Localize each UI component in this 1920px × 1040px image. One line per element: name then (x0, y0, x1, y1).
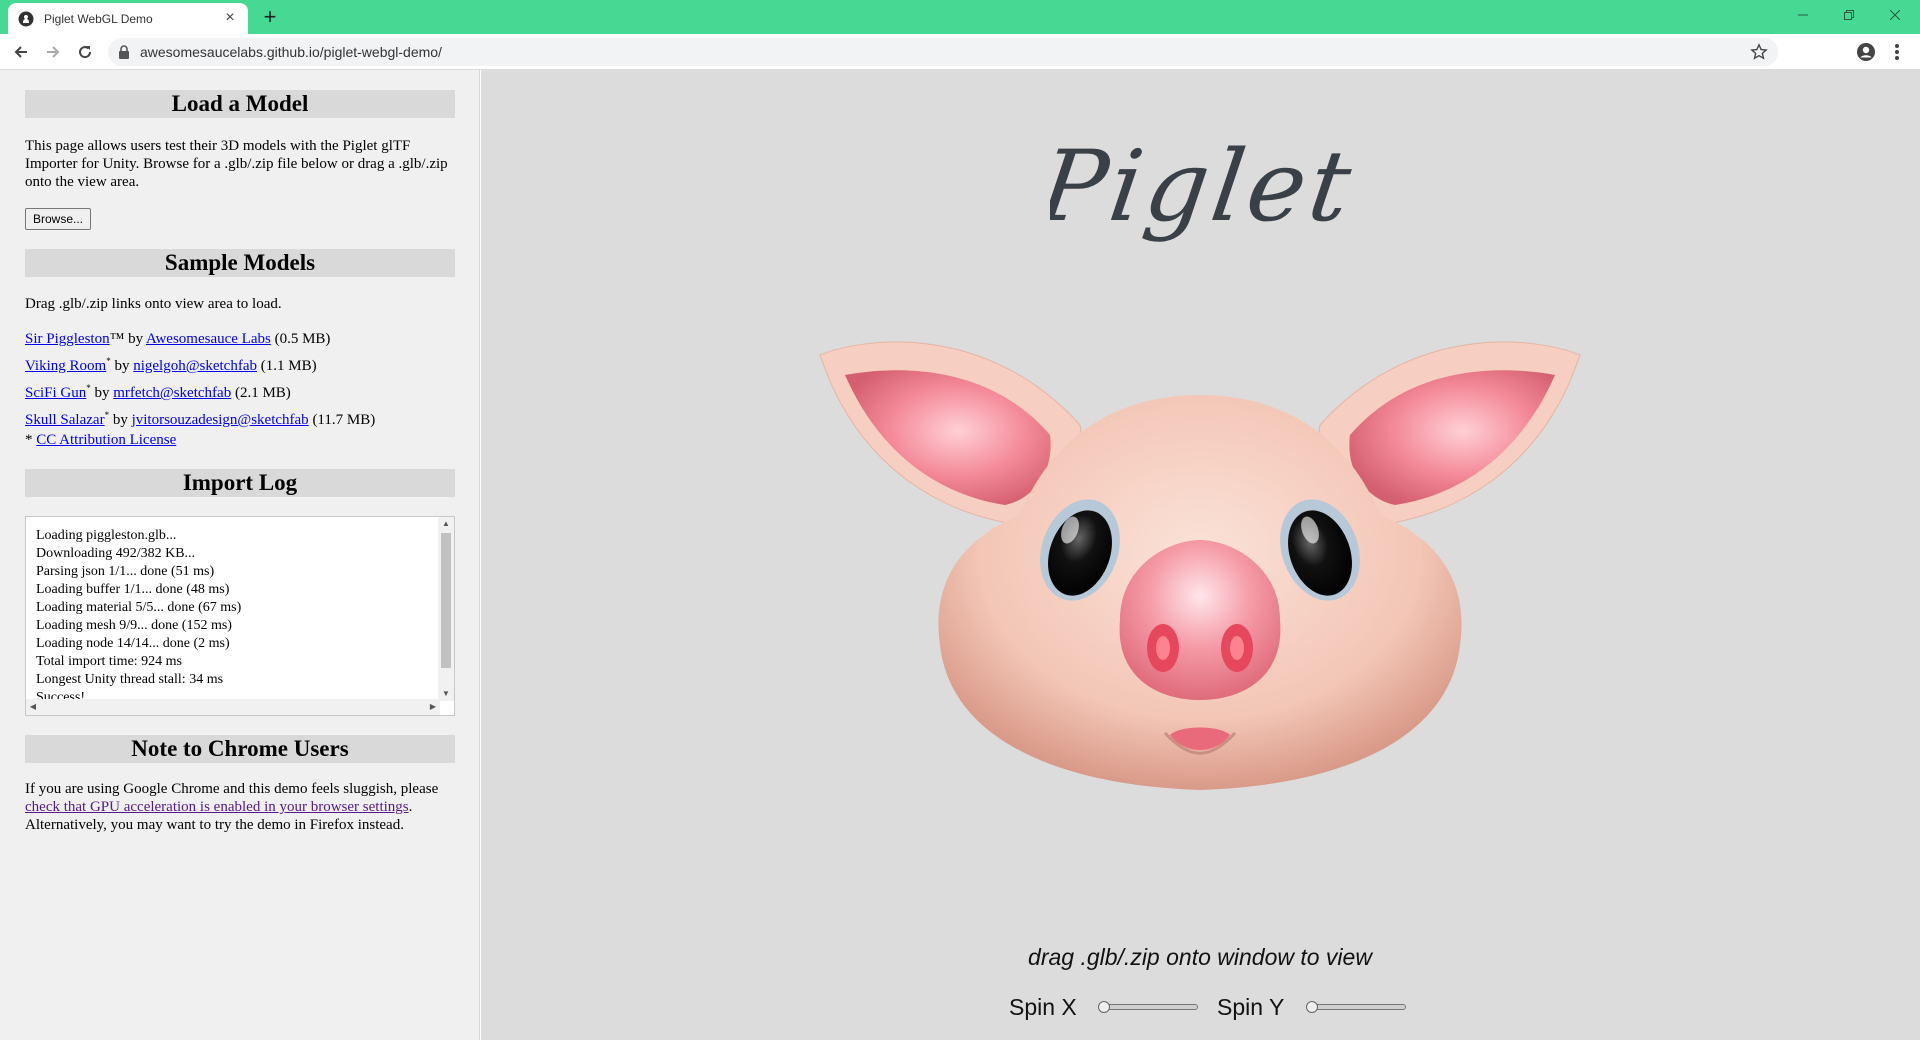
by-text: by (110, 358, 134, 374)
spin-x-label: Spin X (1009, 994, 1077, 1020)
close-icon (1890, 10, 1900, 20)
list-item: Sir Piggleston™ by Awesomesauce Labs (0.… (25, 328, 455, 350)
reload-icon (79, 46, 92, 59)
scroll-up-icon[interactable]: ▲ (438, 517, 454, 531)
log-line: Downloading 492/382 KB... (36, 546, 196, 561)
new-tab-button[interactable]: + (258, 6, 282, 30)
minimize-icon (1798, 14, 1808, 16)
list-item: Skull Salazar* by jvitorsouzadesign@sket… (25, 404, 455, 431)
list-item: Viking Room* by nigelgoh@sketchfab (1.1 … (25, 350, 455, 377)
scroll-right-icon[interactable]: ▶ (426, 699, 440, 715)
scroll-left-icon[interactable]: ◀ (26, 699, 40, 715)
log-line: Loading buffer 1/1... done (48 ms) (36, 582, 230, 597)
author-link-mrfetch[interactable]: mrfetch@sketchfab (113, 385, 231, 401)
sample-models-instructions: Drag .glb/.zip links onto view area to l… (25, 296, 282, 312)
trademark-mark: ™ (109, 331, 125, 347)
slider-handle[interactable] (1306, 1001, 1318, 1013)
spin-y-label: Spin Y (1217, 994, 1285, 1020)
by-text: by (90, 385, 114, 401)
load-model-description: This page allows users test their 3D mod… (25, 138, 448, 190)
reload-button[interactable] (72, 39, 98, 65)
logo-text: Piglet (1050, 130, 1361, 243)
sample-link-skull-salazar[interactable]: Skull Salazar (25, 412, 105, 428)
by-text: by (124, 331, 146, 347)
arrow-left-icon (14, 46, 27, 58)
account-icon (1857, 43, 1875, 61)
sample-models-heading: Sample Models (25, 249, 455, 277)
browse-button[interactable]: Browse... (25, 208, 92, 230)
address-bar[interactable]: awesomesaucelabs.github.io/piglet-webgl-… (108, 38, 1778, 66)
bookmark-star-icon[interactable] (1750, 43, 1768, 61)
sample-link-viking-room[interactable]: Viking Room (25, 358, 106, 374)
chrome-note-text: If you are using Google Chrome and this … (25, 780, 455, 834)
sample-models-list: Sir Piggleston™ by Awesomesauce Labs (0.… (25, 328, 455, 431)
scroll-down-icon[interactable]: ▼ (438, 687, 454, 701)
cc-license-link[interactable]: CC Attribution License (36, 432, 176, 448)
sample-link-sir-piggleston[interactable]: Sir Piggleston (25, 331, 110, 347)
log-line: Loading piggleston.glb... (36, 528, 177, 543)
log-vertical-scrollbar[interactable]: ▲ ▼ (438, 517, 454, 701)
chrome-note-heading: Note to Chrome Users (25, 735, 455, 763)
url-text: awesomesaucelabs.github.io/piglet-webgl-… (140, 44, 442, 60)
drag-hint: drag .glb/.zip onto window to view (1028, 944, 1372, 970)
tab-title: Piglet WebGL Demo (44, 11, 153, 26)
tab-close-icon[interactable]: × (222, 9, 238, 27)
spin-x-slider[interactable] (1098, 1001, 1198, 1013)
by-text: by (109, 412, 132, 428)
log-line: Loading node 14/14... done (2 ms) (36, 636, 230, 651)
slider-track (1098, 1004, 1198, 1010)
browser-toolbar: awesomesaucelabs.github.io/piglet-webgl-… (0, 34, 1920, 70)
list-item: SciFi Gun* by mrfetch@sketchfab (2.1 MB) (25, 377, 455, 404)
browser-titlebar: Piglet WebGL Demo × + (0, 0, 1920, 34)
lock-icon (119, 45, 129, 59)
piglet-logo: Piglet (1050, 130, 1361, 243)
scrollbar-thumb[interactable] (441, 533, 451, 668)
browser-tab[interactable]: Piglet WebGL Demo × (8, 3, 248, 34)
author-link-awesomesauce[interactable]: Awesomesauce Labs (146, 331, 271, 347)
pig-model (819, 341, 1581, 790)
log-line: Total import time: 924 ms (36, 654, 183, 669)
load-model-heading: Load a Model (25, 90, 455, 118)
close-window-button[interactable] (1872, 0, 1918, 30)
log-line: Longest Unity thread stall: 34 ms (36, 672, 224, 687)
log-line: Loading material 5/5... done (67 ms) (36, 600, 242, 615)
restore-button[interactable] (1826, 0, 1872, 30)
chrome-note-intro: If you are using Google Chrome and this … (25, 781, 439, 797)
log-horizontal-scrollbar[interactable]: ◀ ▶ (26, 699, 440, 715)
github-icon (18, 11, 34, 26)
minimize-button[interactable] (1780, 0, 1826, 30)
log-line: Loading mesh 9/9... done (152 ms) (36, 618, 232, 633)
forward-button[interactable] (40, 39, 66, 65)
import-log-lines: Loading piggleston.glb... Downloading 49… (36, 527, 241, 707)
sidebar: Load a Model This page allows users test… (0, 70, 480, 1040)
import-log-heading: Import Log (25, 469, 455, 497)
license-prefix: * (25, 432, 37, 448)
gpu-acceleration-link[interactable]: check that GPU acceleration is enabled i… (25, 799, 409, 815)
slider-handle[interactable] (1098, 1001, 1110, 1013)
more-vert-icon (1895, 44, 1899, 60)
import-log-box[interactable]: Loading piggleston.glb... Downloading 49… (25, 516, 455, 716)
file-size: (1.1 MB) (256, 358, 317, 374)
author-link-jvitorsouzadesign[interactable]: jvitorsouzadesign@sketchfab (132, 412, 309, 428)
file-size: (11.7 MB) (308, 412, 376, 428)
file-size: (2.1 MB) (231, 385, 291, 401)
profile-button[interactable] (1853, 39, 1879, 65)
arrow-right-icon (47, 46, 60, 58)
license-note: * CC Attribution License (25, 431, 455, 449)
file-size: (0.5 MB) (270, 331, 331, 347)
slider-track (1306, 1004, 1406, 1010)
menu-button[interactable] (1884, 39, 1910, 65)
back-button[interactable] (8, 39, 34, 65)
spin-y-slider[interactable] (1306, 1001, 1406, 1013)
log-line: Parsing json 1/1... done (51 ms) (36, 564, 215, 579)
sample-link-scifi-gun[interactable]: SciFi Gun (25, 385, 86, 401)
author-link-nigelgoh[interactable]: nigelgoh@sketchfab (133, 358, 257, 374)
restore-icon (1844, 10, 1854, 20)
